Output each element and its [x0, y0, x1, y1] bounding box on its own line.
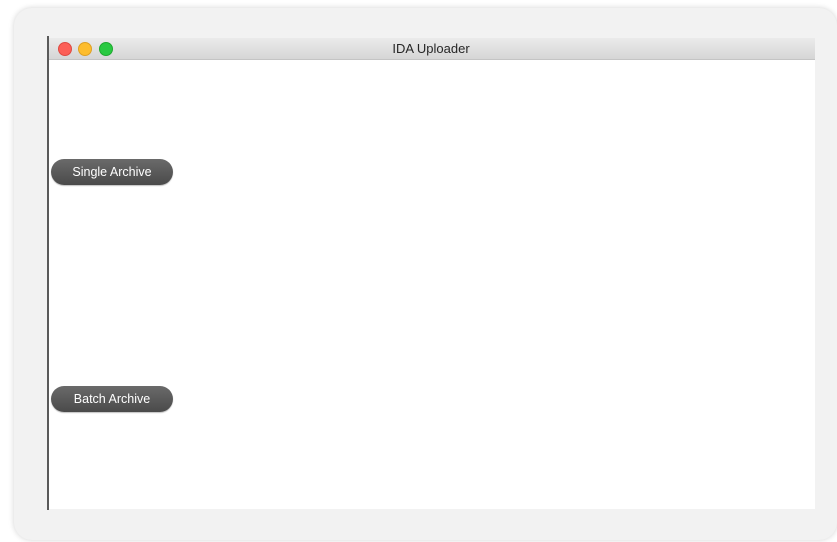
batch-archive-button[interactable]: Batch Archive [51, 386, 173, 412]
window-title: IDA Uploader [392, 41, 470, 56]
title-bar[interactable]: IDA Uploader [47, 38, 815, 60]
window-content [47, 60, 815, 509]
app-window: IDA Uploader [47, 38, 815, 509]
window-left-border [47, 36, 49, 510]
single-archive-button[interactable]: Single Archive [51, 159, 173, 185]
